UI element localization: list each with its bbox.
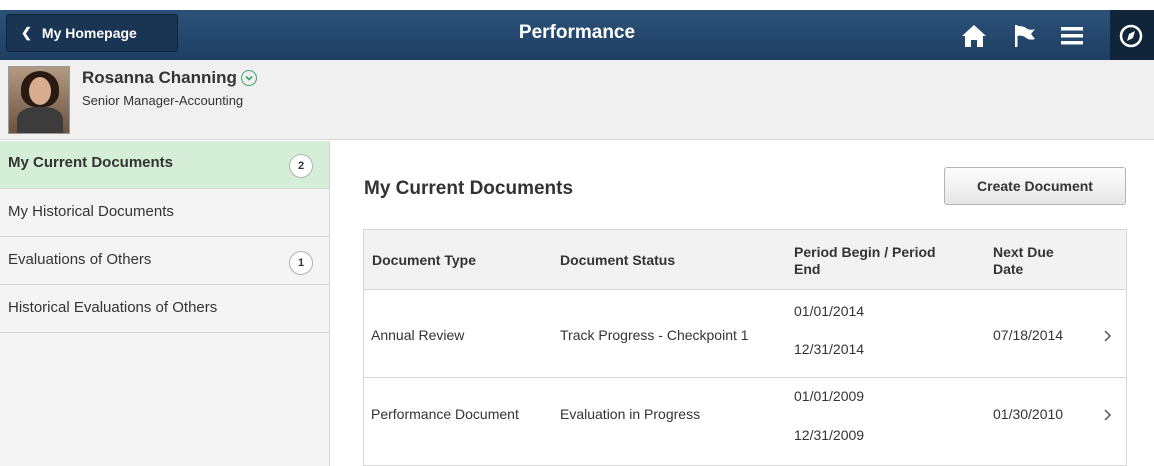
table-row[interactable]: Annual Review Track Progress - Checkpoin… [364,290,1126,378]
sidebar-item-my-current-documents[interactable]: My Current Documents 2 [0,141,329,189]
count-badge: 2 [289,154,313,178]
create-document-button[interactable]: Create Document [944,167,1126,205]
documents-grid: Document Type Document Status Period Beg… [363,229,1127,466]
column-header-period-line1: Period Begin / Period [794,244,936,260]
cell-next-due-date: 07/18/2014 [993,327,1064,343]
avatar [8,66,70,134]
profile-job-title: Senior Manager-Accounting [82,93,244,108]
profile-name-row: Rosanna Channing [82,68,257,88]
sidebar-item-label: Evaluations of Others [8,251,152,268]
cell-document-status: Evaluation in Progress [560,406,701,422]
chevron-right-icon [1100,329,1114,343]
navbar-button[interactable] [1110,10,1154,60]
table-row[interactable]: Performance Document Evaluation in Progr… [364,378,1126,466]
sidebar-item-label: My Current Documents [8,154,174,171]
menu-icon[interactable] [1058,22,1086,50]
grid-header: Document Type Document Status Period Beg… [364,230,1126,290]
column-header-due-line1: Next Due [993,244,1054,260]
cell-document-type: Performance Document [371,406,519,422]
cell-period-begin: 01/01/2009 [794,388,865,404]
column-header-due-line2: Date [993,261,1024,277]
sidebar: My Current Documents 2 My Historical Doc… [0,141,330,466]
my-homepage-button[interactable]: ❮ My Homepage [6,14,178,52]
column-header-next-due-date: Next Due Date [993,244,1054,278]
my-homepage-label: My Homepage [41,25,137,41]
profile-name: Rosanna Channing [82,68,237,87]
cell-next-due-date: 01/30/2010 [993,406,1064,422]
home-icon[interactable] [960,22,988,50]
avatar-body [17,107,63,133]
sidebar-item-label: My Historical Documents [8,203,174,220]
sidebar-item-label: Historical Evaluations of Others [8,299,218,316]
header: ❮ My Homepage Performance [0,0,1154,60]
count-badge: 1 [289,251,313,275]
cell-period-end: 12/31/2014 [794,341,865,357]
chevron-right-icon [1100,408,1114,422]
navbar-compass-icon [1119,24,1143,48]
sidebar-item-my-historical-documents[interactable]: My Historical Documents [0,189,329,237]
cell-document-status: Track Progress - Checkpoint 1 [560,327,749,343]
avatar-face [29,77,51,105]
cell-period-begin: 01/01/2014 [794,303,865,319]
chevron-down-icon[interactable] [240,70,257,86]
main-title: My Current Documents [364,178,574,199]
column-header-document-status: Document Status [560,252,676,268]
chevron-left-icon: ❮ [21,25,32,40]
sidebar-item-evaluations-of-others[interactable]: Evaluations of Others 1 [0,237,329,285]
column-header-document-type: Document Type [372,252,476,268]
profile-banner: Rosanna Channing Senior Manager-Accounti… [0,60,1154,140]
cell-period-end: 12/31/2009 [794,427,865,443]
column-header-period-line2: End [794,261,821,277]
column-header-period: Period Begin / Period End [794,244,936,278]
sidebar-item-historical-evaluations-of-others[interactable]: Historical Evaluations of Others [0,285,329,333]
cell-document-type: Annual Review [371,327,465,343]
flag-icon[interactable] [1010,22,1038,50]
